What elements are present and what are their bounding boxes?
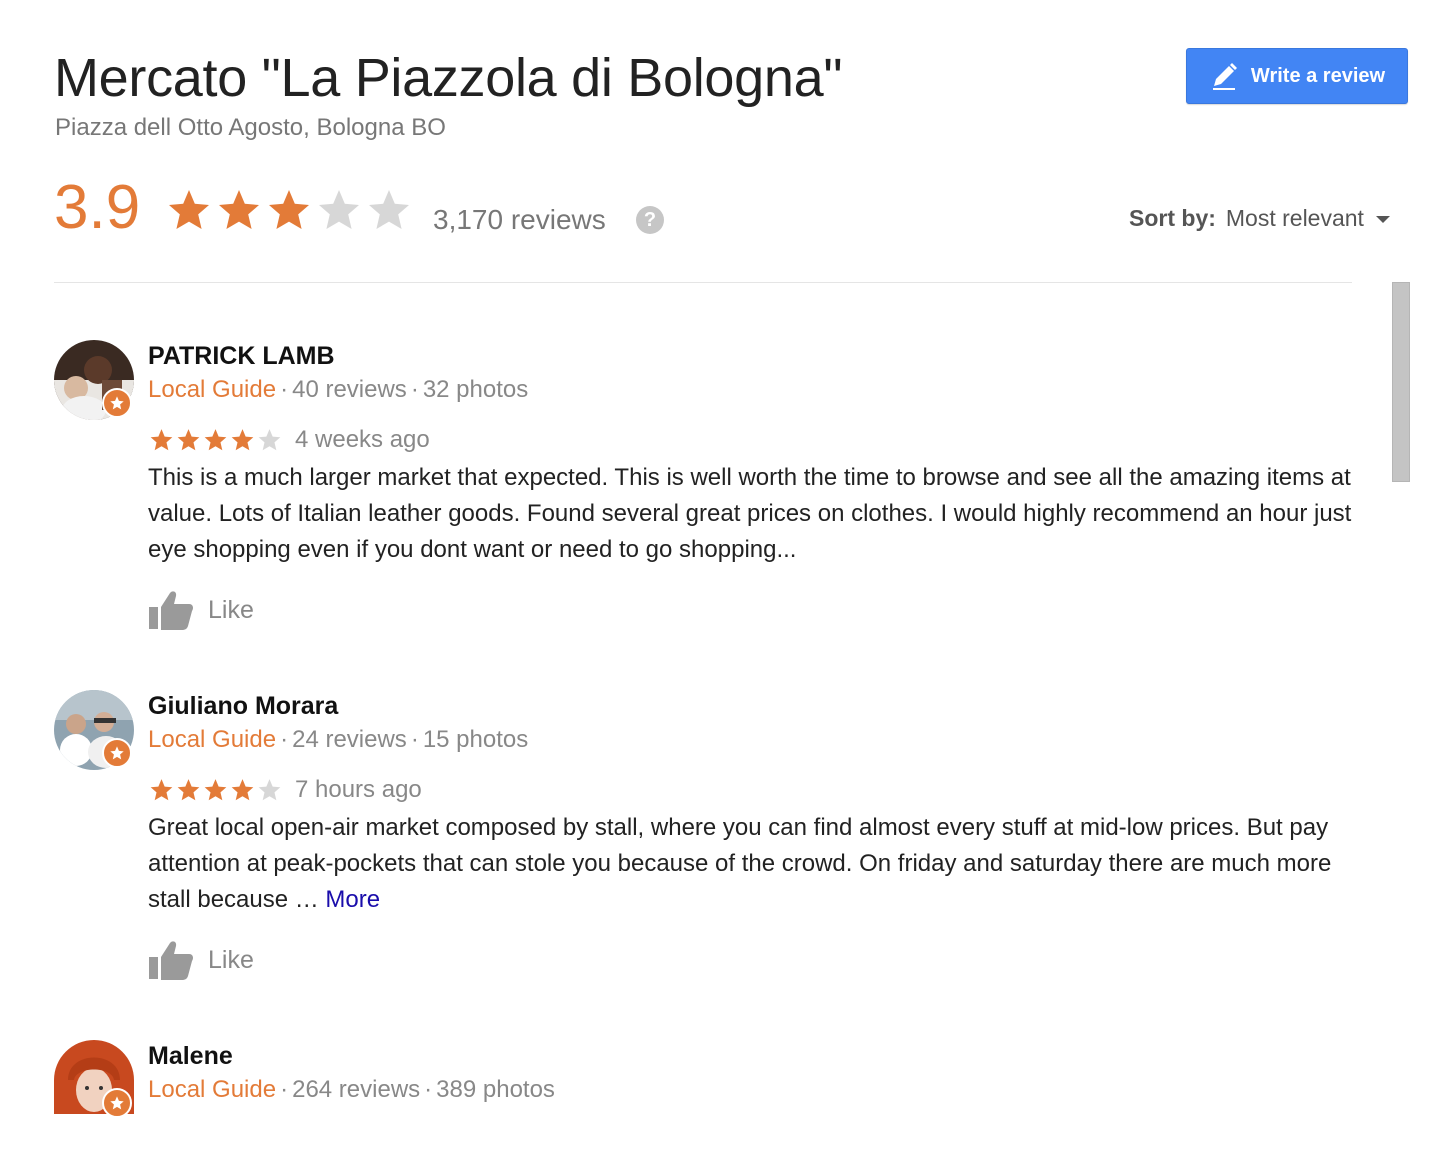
star-filled-icon: [219, 190, 259, 229]
star-filled-icon: [150, 429, 173, 451]
thumbs-up-icon: [149, 591, 193, 630]
review-stars: [148, 777, 283, 803]
reviewer-review-count: 24 reviews: [292, 726, 407, 753]
separator: ·: [410, 376, 419, 403]
reviewer-meta: Local Guide · 40 reviews · 32 photos: [148, 374, 528, 406]
like-button[interactable]: Like: [148, 938, 254, 982]
place-address: Piazza dell Otto Agosto, Bologna BO: [55, 114, 446, 141]
write-review-button[interactable]: Write a review: [1186, 48, 1408, 104]
star-filled-icon: [204, 779, 227, 801]
review-body: This is a much larger market that expect…: [148, 464, 1352, 563]
reviewer-review-count: 40 reviews: [292, 376, 407, 403]
reviewer-meta: Local Guide · 24 reviews · 15 photos: [148, 724, 528, 756]
review-item: PATRICK LAMB Local Guide · 40 reviews · 32 p…: [54, 340, 1354, 640]
review-text: Great local open-air market composed by …: [148, 810, 1358, 918]
local-guide-badge-icon: [102, 1088, 132, 1118]
write-review-label: Write a review: [1250, 64, 1386, 87]
separator: ·: [280, 726, 289, 753]
star-filled-icon: [269, 190, 309, 229]
review-time: 7 hours ago: [295, 776, 422, 803]
help-icon[interactable]: ?: [636, 206, 664, 234]
rating-stars: [164, 186, 414, 234]
review-time: 4 weeks ago: [295, 426, 430, 453]
star-filled-icon: [150, 779, 173, 801]
separator: ·: [410, 726, 419, 753]
place-title: Mercato "La Piazzola di Bologna": [54, 48, 843, 108]
review-stars: [148, 427, 283, 453]
thumbs-up-icon: [149, 941, 193, 980]
sort-dropdown[interactable]: Sort by: Most relevant: [1129, 200, 1390, 236]
local-guide-label[interactable]: Local Guide: [148, 376, 276, 403]
reviewer-meta: Local Guide · 264 reviews · 389 photos: [148, 1074, 555, 1106]
star-filled-icon: [231, 429, 254, 451]
reviewer-photo-count: 15 photos: [422, 726, 529, 753]
local-guide-label[interactable]: Local Guide: [148, 1076, 276, 1103]
sort-label: Sort by:: [1129, 205, 1216, 231]
star-filled-icon: [177, 779, 200, 801]
star-filled-icon: [169, 190, 209, 229]
caret-down-icon: [1375, 215, 1390, 223]
star-empty-icon: [319, 190, 359, 229]
star-empty-icon: [258, 779, 281, 801]
rating-summary: 3.9 3,170 reviews ?: [54, 170, 704, 250]
separator: ·: [280, 1076, 289, 1103]
star-filled-icon: [231, 779, 254, 801]
review-item: Giuliano Morara Local Guide · 24 reviews · 1…: [54, 690, 1354, 990]
divider: [54, 282, 1352, 283]
star-filled-icon: [177, 429, 200, 451]
local-guide-label[interactable]: Local Guide: [148, 726, 276, 753]
separator: ·: [424, 1076, 433, 1103]
review-text: This is a much larger market that expect…: [148, 460, 1358, 568]
sort-value: Most relevant: [1225, 205, 1364, 231]
review-item: Malene Local Guide · 264 reviews · 389 photo…: [54, 1040, 1354, 1120]
average-rating: 3.9: [54, 173, 141, 242]
scrollbar-thumb[interactable]: [1392, 282, 1410, 482]
reviewer-photo-count: 389 photos: [436, 1076, 555, 1103]
local-guide-badge-icon: [102, 738, 132, 768]
reviewer-photo-count: 32 photos: [422, 376, 529, 403]
star-empty-icon: [369, 190, 409, 229]
review-rating-row: 4 weeks ago: [148, 424, 430, 456]
star-empty-icon: [258, 429, 281, 451]
reviewer-name[interactable]: Malene: [148, 1040, 233, 1072]
reviewer-review-count: 264 reviews: [292, 1076, 421, 1103]
like-button[interactable]: Like: [148, 588, 254, 632]
local-guide-badge-icon: [102, 388, 132, 418]
like-label: Like: [208, 595, 254, 624]
star-filled-icon: [204, 429, 227, 451]
reviewer-name[interactable]: Giuliano Morara: [148, 690, 338, 722]
reviewer-name[interactable]: PATRICK LAMB: [148, 340, 335, 372]
like-label: Like: [208, 945, 254, 974]
pencil-icon: [1209, 61, 1239, 91]
separator: ·: [280, 376, 289, 403]
review-count[interactable]: 3,170 reviews: [433, 200, 606, 240]
more-link[interactable]: More: [325, 886, 380, 913]
review-rating-row: 7 hours ago: [148, 774, 422, 806]
